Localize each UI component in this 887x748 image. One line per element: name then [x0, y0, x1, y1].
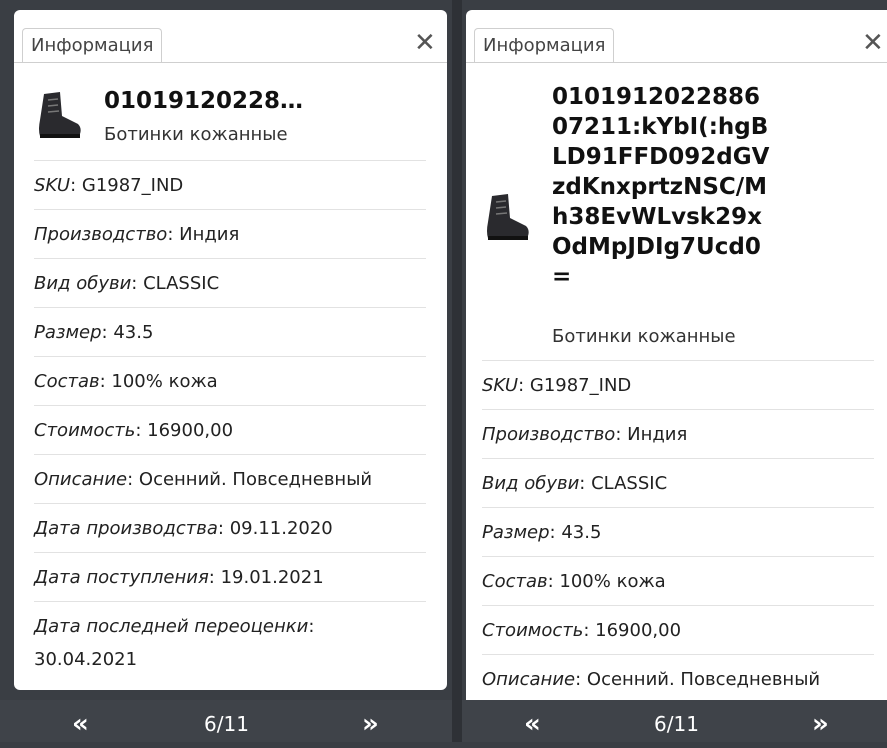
attribute-list: SKU: G1987_IND Производство: Индия Вид обу…	[482, 360, 874, 700]
next-page-button[interactable]: »	[362, 700, 379, 748]
attribute-key: Производство	[482, 424, 616, 445]
attribute-row: Стоимость: 16900,00	[482, 605, 874, 654]
attribute-value: : 09.11.2020	[217, 518, 333, 539]
attribute-row: Описание: Осенний. Повседневный	[482, 654, 874, 700]
attribute-key: Состав	[34, 371, 100, 392]
panel-divider	[452, 0, 462, 742]
attribute-list: SKU: G1987_IND Производство: Индия Вид обу…	[34, 160, 426, 684]
product-code: 0101912022886 07211:kYbI(:hgB LD91FFD092dG…	[552, 82, 769, 292]
attribute-key: Описание	[482, 669, 576, 690]
attribute-key: Вид обуви	[482, 473, 580, 494]
page-indicator: 6/11	[204, 712, 249, 736]
attribute-value: : Осенний. Повседневный	[575, 669, 821, 690]
info-panel-left: Информация ✕ 01019120228… Ботинки кожанн…	[14, 10, 447, 690]
attribute-value: : CLASSIC	[131, 273, 220, 294]
attribute-key: Стоимость	[482, 620, 584, 641]
attribute-key: Дата производства	[34, 518, 218, 539]
attribute-row: Состав: 100% кожа	[482, 556, 874, 605]
tab-information[interactable]: Информация	[22, 28, 163, 63]
attribute-row: Производство: Индия	[34, 209, 426, 258]
attribute-key: Дата последней переоценки	[34, 616, 309, 637]
attribute-row: Дата производства: 09.11.2020	[34, 503, 426, 552]
attribute-row: Размер: 43.5	[482, 507, 874, 556]
attribute-row: Состав: 100% кожа	[34, 356, 426, 405]
attribute-value: : 100% кожа	[547, 571, 666, 592]
tab-underline	[466, 62, 887, 63]
attribute-value: : CLASSIC	[579, 473, 668, 494]
boot-icon	[487, 194, 529, 240]
attribute-value: : G1987_IND	[70, 175, 184, 196]
attribute-value: : 19.01.2021	[208, 567, 324, 588]
attribute-value: : 16900,00	[135, 420, 234, 441]
attribute-key: Стоимость	[34, 420, 136, 441]
attribute-row: Дата поступления: 19.01.2021	[34, 552, 426, 601]
product-code-line: h38EvWLvsk29x	[552, 204, 762, 230]
boot-icon	[39, 92, 81, 138]
attribute-key: Размер	[34, 322, 102, 343]
product-name: Ботинки кожанные	[104, 124, 288, 145]
attribute-row: SKU: G1987_IND	[34, 160, 426, 209]
attribute-value: : 43.5	[101, 322, 154, 343]
attribute-key: Состав	[482, 571, 548, 592]
attribute-row: Размер: 43.5	[34, 307, 426, 356]
product-code-line: =	[552, 264, 572, 290]
pager-bar: « 6/11 »	[0, 700, 452, 742]
product-code-line: 07211:kYbI(:hgB	[552, 114, 769, 140]
attribute-value: 30.04.2021	[34, 649, 138, 670]
product-code-line: OdMpJDIg7Ucd0	[552, 234, 761, 260]
product-name: Ботинки кожанные	[552, 326, 736, 347]
attribute-key: Описание	[34, 469, 128, 490]
attribute-key: SKU	[34, 175, 71, 196]
info-panel-right: Информация ✕ 0101912022886 07211:kYbI(:hg…	[466, 10, 887, 700]
attribute-key: Вид обуви	[34, 273, 132, 294]
close-icon[interactable]: ✕	[414, 28, 436, 58]
tab-information[interactable]: Информация	[474, 28, 615, 63]
attribute-value: : Осенний. Повседневный	[127, 469, 373, 490]
next-page-button[interactable]: »	[812, 700, 829, 748]
attribute-key: Производство	[34, 224, 168, 245]
pager-bar: « 6/11 »	[462, 700, 887, 742]
attribute-value: : 16900,00	[583, 620, 682, 641]
product-code-line: LD91FFD092dGV	[552, 144, 770, 170]
product-code-line: zdKnxprtzNSC/M	[552, 174, 768, 200]
attribute-value: : 100% кожа	[99, 371, 218, 392]
attribute-row: Стоимость: 16900,00	[34, 405, 426, 454]
attribute-value: :	[308, 616, 315, 637]
product-code: 01019120228…	[104, 88, 304, 114]
product-code-line: 0101912022886	[552, 84, 761, 110]
attribute-value: : Индия	[167, 224, 240, 245]
prev-page-button[interactable]: «	[72, 700, 89, 748]
attribute-row: 30.04.2021	[34, 650, 426, 684]
attribute-row: Производство: Индия	[482, 409, 874, 458]
attribute-row: Вид обуви: CLASSIC	[482, 458, 874, 507]
attribute-value: : G1987_IND	[518, 375, 632, 396]
attribute-value: : Индия	[615, 424, 688, 445]
attribute-key: Дата поступления	[34, 567, 209, 588]
attribute-row: Описание: Осенний. Повседневный	[34, 454, 426, 503]
attribute-key: Размер	[482, 522, 550, 543]
attribute-value: : 43.5	[549, 522, 602, 543]
attribute-row: Дата последней переоценки:	[34, 601, 426, 650]
attribute-row: Вид обуви: CLASSIC	[34, 258, 426, 307]
close-icon[interactable]: ✕	[862, 28, 884, 58]
page-indicator: 6/11	[654, 712, 699, 736]
tab-underline	[14, 62, 447, 63]
attribute-key: SKU	[482, 375, 519, 396]
prev-page-button[interactable]: «	[524, 700, 541, 748]
attribute-row: SKU: G1987_IND	[482, 360, 874, 409]
